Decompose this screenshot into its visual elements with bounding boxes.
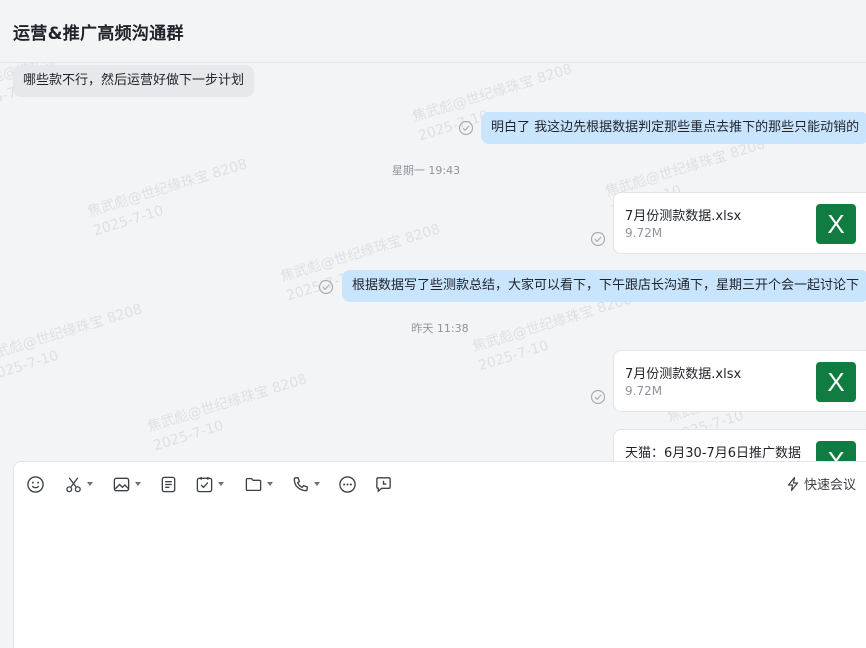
read-check-icon [590,231,606,247]
message-composer: 快速会议 [13,461,866,648]
emoji-icon[interactable] [26,474,45,494]
task-icon[interactable] [195,474,224,494]
document-icon[interactable] [159,474,178,494]
watermark: 焦武彪@世纪缘珠宝 82082025-7-10 [145,371,310,455]
file-name: 7月份测款数据.xlsx [625,367,742,382]
chat-header: 运营&推广高频沟通群 [0,0,866,63]
more-icon[interactable] [338,474,357,494]
file-attachment[interactable]: 7月份测款数据.xlsx 9.72M X [613,350,866,412]
message-text: 明白了 我这边先根据数据判定那些重点去推下的那些只能动销的 [491,120,860,135]
file-attachment[interactable]: 7月份测款数据.xlsx 9.72M X [613,192,866,254]
message-bubble-incoming[interactable]: 哪些款不行，然后运营好做下一步计划 [13,65,255,97]
read-check-icon [590,389,606,405]
image-icon[interactable] [112,474,141,494]
timestamp: 星期一 19:43 [391,164,461,177]
message-bubble-outgoing[interactable]: 根据数据写了些测款总结，大家可以看下，下午跟店长沟通下，星期三开个会一起讨论下 [342,270,866,302]
excel-file-icon: X [816,441,856,461]
chevron-down-icon[interactable] [314,482,320,486]
quick-meeting-button[interactable]: 快速会议 [785,474,856,493]
message-text: 哪些款不行，然后运营好做下一步计划 [23,73,245,88]
excel-file-icon: X [816,362,856,402]
chevron-down-icon[interactable] [267,482,273,486]
quick-meeting-label: 快速会议 [803,478,856,493]
file-size: 9.72M [625,384,663,398]
composer-toolbar: 快速会议 [14,462,866,506]
lightning-icon [787,476,799,491]
file-name: 7月份测款数据.xlsx [625,209,742,224]
message-input[interactable] [14,506,866,648]
watermark: 焦武彪@世纪缘珠宝 82082025-7-10 [0,301,145,385]
file-size: 9.72M [625,226,663,240]
message-icon[interactable] [374,474,393,494]
phone-icon[interactable] [291,474,320,494]
read-check-icon [318,279,334,295]
file-name: 天猫：6月30-7月6日推广数据 [625,446,802,461]
chevron-down-icon[interactable] [87,482,93,486]
folder-icon[interactable] [244,474,273,494]
chevron-down-icon[interactable] [218,482,224,486]
chat-title[interactable]: 运营&推广高频沟通群 [13,19,184,44]
read-check-icon [458,120,474,136]
chevron-down-icon[interactable] [135,482,141,486]
timestamp: 昨天 11:38 [411,322,469,335]
message-list[interactable]: 焦武彪@世纪缘珠宝 8208 2025-7-10 焦武彪@世纪缘珠宝 8208 20… [0,63,866,461]
file-attachment[interactable]: 天猫：6月30-7月6日推广数据 X [613,429,866,461]
message-text: 根据数据写了些测款总结，大家可以看下，下午跟店长沟通下，星期三开个会一起讨论下 [352,278,860,293]
message-bubble-outgoing[interactable]: 明白了 我这边先根据数据判定那些重点去推下的那些只能动销的 [481,112,866,144]
scissors-icon[interactable] [64,474,93,494]
excel-file-icon: X [816,204,856,244]
